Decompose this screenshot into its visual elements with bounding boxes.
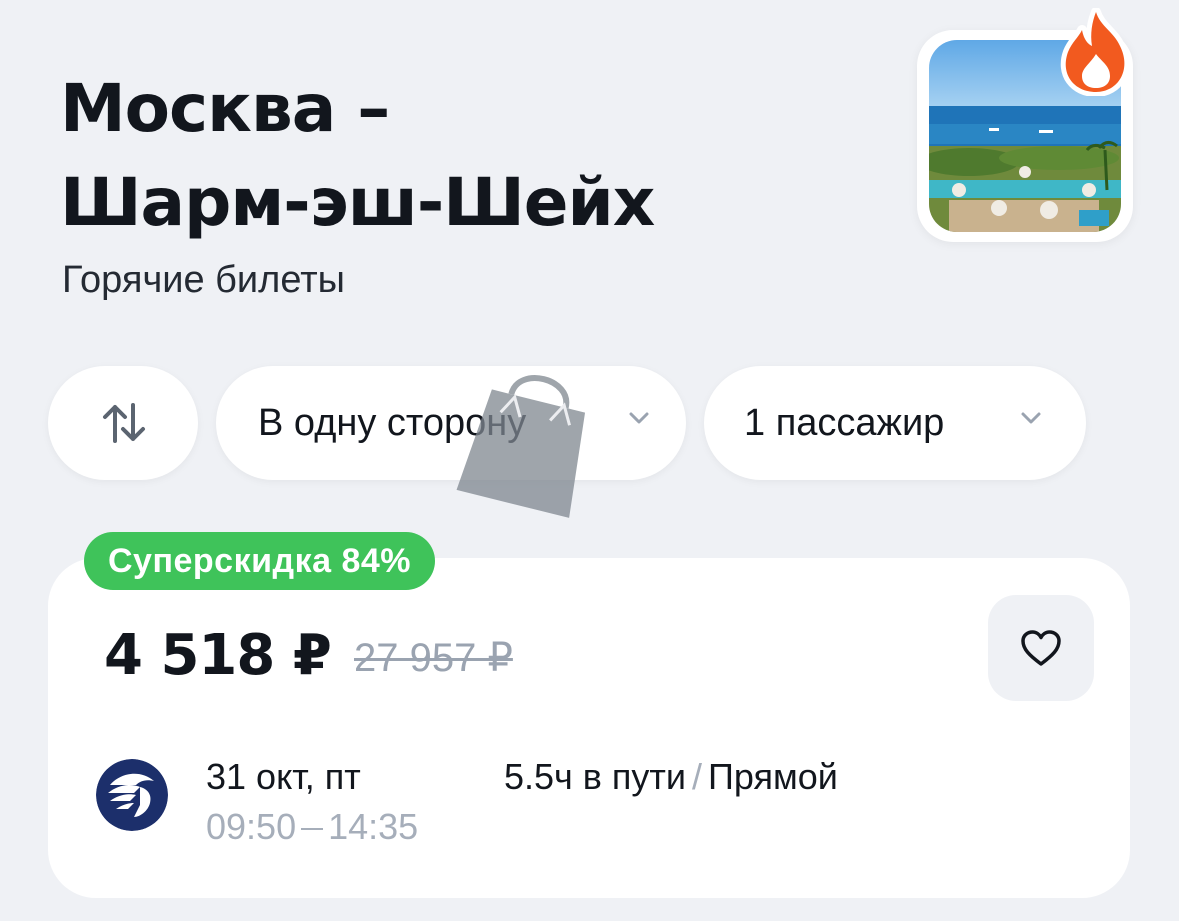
flight-times: 09:50 14:35 <box>206 806 418 848</box>
arrive-time: 14:35 <box>328 806 419 847</box>
heart-icon <box>1021 630 1061 666</box>
chevron-down-icon <box>629 412 649 424</box>
route-title: Москва – Шарм-эш-Шейх <box>60 62 655 250</box>
old-price: 27 957 ₽ <box>354 636 513 680</box>
chevron-down-icon <box>1021 412 1041 424</box>
fire-icon <box>1060 8 1130 96</box>
separator: / <box>692 756 703 797</box>
page-subtitle: Горячие билеты <box>62 259 345 301</box>
flight-duration: 5.5ч в пути / Прямой <box>504 756 838 798</box>
favorite-button[interactable] <box>988 595 1094 701</box>
flight-date: 31 окт, пт <box>206 756 361 797</box>
trip-type-dropdown[interactable]: В одну сторону <box>216 366 686 480</box>
passengers-label: 1 пассажир <box>744 401 945 444</box>
swap-arrows-icon <box>103 403 145 443</box>
route-title-line1: Москва – <box>60 70 390 147</box>
depart-time: 09:50 <box>206 806 297 847</box>
swap-direction-button[interactable] <box>48 366 198 480</box>
time-dash <box>301 828 324 831</box>
passengers-dropdown[interactable]: 1 пассажир <box>704 366 1086 480</box>
airline-logo <box>96 759 168 831</box>
discount-badge: Суперскидка 84% <box>84 532 436 590</box>
stops-text: Прямой <box>708 756 838 797</box>
duration-text: 5.5ч в пути <box>504 756 687 797</box>
route-title-line2: Шарм-эш-Шейх <box>60 164 655 241</box>
current-price: 4 518 ₽ <box>104 623 332 688</box>
